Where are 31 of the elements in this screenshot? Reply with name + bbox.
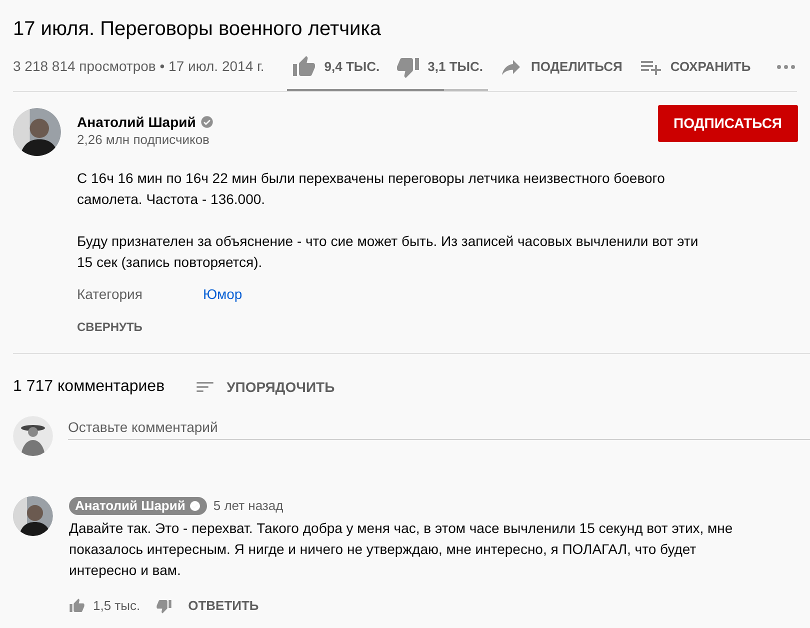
comment-time: 5 лет назад bbox=[213, 497, 284, 516]
thumbs-down-icon bbox=[156, 598, 172, 614]
collapse-button[interactable]: СВЕРНУТЬ bbox=[77, 318, 142, 336]
dislike-button[interactable] bbox=[156, 598, 172, 614]
description-text: Буду признателен за объяснение - что сие может быть. Из записей часовых вычленили вот эти 15 сек (запись повторяется). bbox=[77, 232, 700, 272]
channel-name[interactable]: Анатолий Шарий bbox=[77, 113, 196, 131]
save-button[interactable]: СОХРАНИТЬ bbox=[630, 42, 759, 91]
like-button[interactable]: 9,4 ТЫС. bbox=[284, 42, 388, 91]
like-count: 1,5 тыс. bbox=[93, 597, 140, 616]
avatar bbox=[13, 108, 61, 156]
subscriber-count: 2,26 млн подписчиков bbox=[77, 131, 210, 149]
category-link[interactable]: Юмор bbox=[203, 284, 242, 304]
share-button[interactable]: ПОДЕЛИТЬСЯ bbox=[491, 42, 630, 91]
video-title: 17 июля. Переговоры военного летчика bbox=[13, 17, 382, 42]
subscribe-button[interactable]: ПОДПИСАТЬСЯ bbox=[658, 105, 798, 142]
reply-button[interactable]: ОТВЕТИТЬ bbox=[188, 596, 259, 616]
like-button[interactable] bbox=[69, 598, 85, 614]
comment-count: 1 717 комментариев bbox=[13, 377, 165, 397]
comment-input[interactable]: Оставьте комментарий bbox=[68, 414, 810, 440]
category-label: Категория bbox=[77, 284, 144, 304]
dislike-button[interactable]: 3,1 ТЫС. bbox=[388, 42, 491, 91]
comment-text: Давайте так. Это - перехват. Такого добра у меня час, в этом часе вычленили 15 секунд вот этих, мне показалось интересным. Я нигде и ничего не утверждаю, мне интересно, я ПОЛАГАЛ, что будет интересно и вам. bbox=[69, 519, 734, 580]
comment-author[interactable]: Анатолий Шарий bbox=[69, 497, 208, 515]
description-text: С 16ч 16 мин по 16ч 22 мин были перехвачены переговоры летчика неизвестного боевого самолета. Частота - 136.000. bbox=[77, 169, 666, 209]
avatar bbox=[13, 416, 53, 456]
thumbs-up-icon bbox=[292, 54, 316, 78]
avatar bbox=[13, 496, 53, 536]
thumbs-up-icon bbox=[69, 598, 85, 614]
more-icon bbox=[776, 64, 795, 68]
sort-button[interactable]: УПОРЯДОЧИТЬ bbox=[194, 376, 335, 398]
view-count: 3 218 814 просмотров • 17 июл. 2014 г. bbox=[13, 57, 264, 76]
